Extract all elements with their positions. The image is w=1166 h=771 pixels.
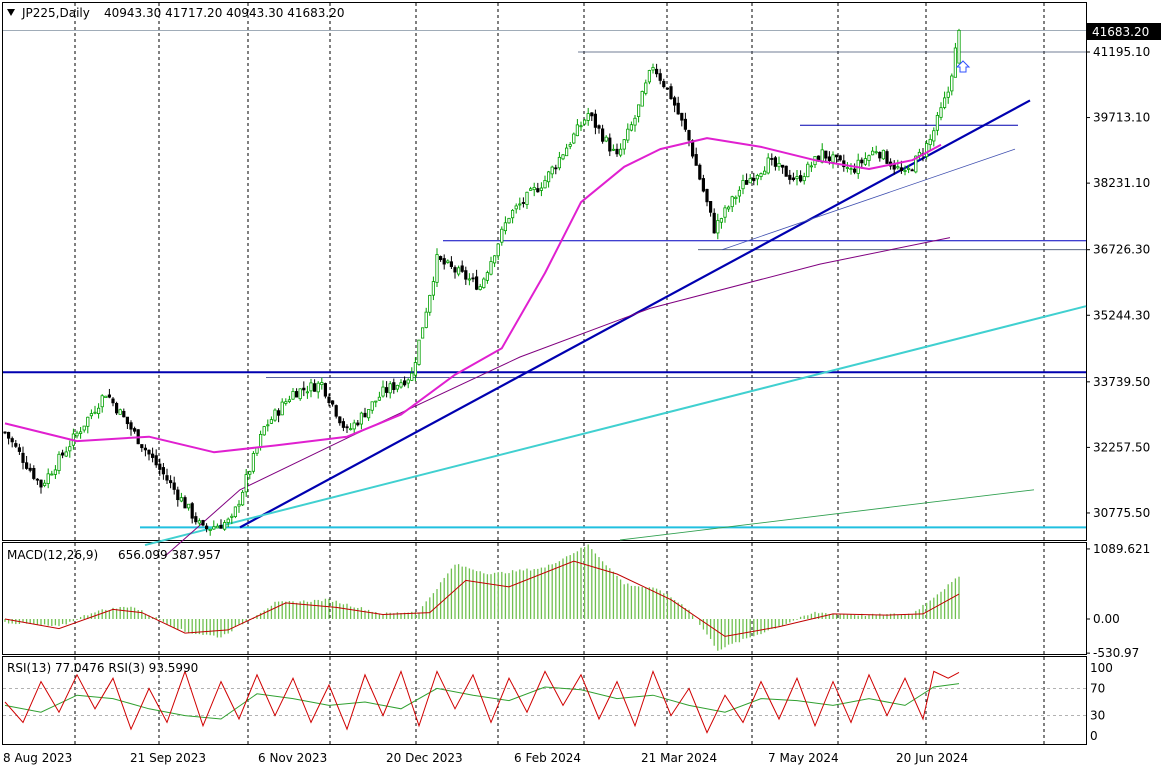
candle (482, 277, 486, 289)
candle (957, 28, 961, 64)
candle (647, 69, 652, 85)
candle (183, 495, 187, 509)
candle (417, 339, 421, 366)
candle (115, 401, 119, 416)
time-tick-label: 21 Mar 2024 (641, 751, 717, 765)
candle (334, 404, 338, 419)
candle (273, 408, 277, 422)
candle (885, 149, 889, 164)
time-tick-label: 20 Jun 2024 (896, 751, 968, 765)
macd-title: MACD(12,26,9) (7, 548, 98, 562)
candle (118, 408, 122, 415)
macd-values: 656.099 387.957 (118, 548, 221, 562)
candle (262, 425, 266, 436)
trading-chart[interactable]: 41195.10 39713.10 38231.10 36726.30 35244.30… (0, 0, 1166, 771)
time-tick-label: 20 Dec 2023 (386, 751, 463, 765)
candle (784, 165, 788, 177)
rsi-tick-label: 100 (1090, 661, 1113, 675)
last-price-label: 41683.20 (1092, 25, 1149, 39)
price-tick-label: 36726.30 (1093, 243, 1150, 257)
candle (806, 161, 810, 178)
price-tick-label: 32257.50 (1093, 440, 1150, 454)
candle (104, 395, 108, 398)
candle (298, 388, 302, 401)
candle (640, 90, 644, 107)
candle (953, 42, 958, 78)
symbol-label: JP225,Daily (21, 6, 90, 20)
ohlc-label: 40943.30 41717.20 40943.30 41683.20 (104, 6, 344, 20)
time-tick-label: 8 Aug 2023 (3, 751, 72, 765)
rsi-tick-label: 30 (1090, 709, 1105, 723)
candle (251, 451, 255, 474)
rsi-values: RSI(13) 77.0476 RSI(3) 93.5990 (7, 661, 198, 675)
price-tick-label: 39713.10 (1093, 111, 1150, 125)
candle (57, 451, 61, 475)
macd-tick-label: 1089.621 (1093, 542, 1150, 556)
rsi-tick-label: 0 (1090, 729, 1098, 743)
candle (561, 153, 565, 161)
candle (201, 519, 205, 527)
candle (420, 327, 425, 339)
candle (881, 149, 886, 160)
price-tick-label: 38231.10 (1093, 176, 1150, 190)
candle (240, 490, 245, 507)
price-tick-label: 35244.30 (1093, 308, 1150, 322)
time-tick-label: 21 Sep 2023 (130, 751, 206, 765)
candle (572, 132, 576, 145)
candle (507, 217, 511, 224)
macd-tick-label: -530.97 (1093, 646, 1139, 660)
candle (233, 506, 237, 519)
candle (428, 294, 432, 316)
price-tick-label: 30775.50 (1093, 506, 1150, 520)
rsi-tick-label: 70 (1090, 681, 1105, 695)
chart-background (0, 0, 1166, 771)
price-tick-label: 41195.10 (1093, 45, 1150, 59)
time-tick-label: 6 Nov 2023 (258, 751, 327, 765)
time-tick-label: 7 May 2024 (768, 751, 839, 765)
candle (698, 163, 702, 181)
time-tick-label: 6 Feb 2024 (514, 751, 581, 765)
candle (323, 382, 328, 399)
price-tick-label: 33739.50 (1093, 375, 1150, 389)
macd-tick-label: 0.00 (1093, 612, 1120, 626)
candle (583, 118, 587, 126)
